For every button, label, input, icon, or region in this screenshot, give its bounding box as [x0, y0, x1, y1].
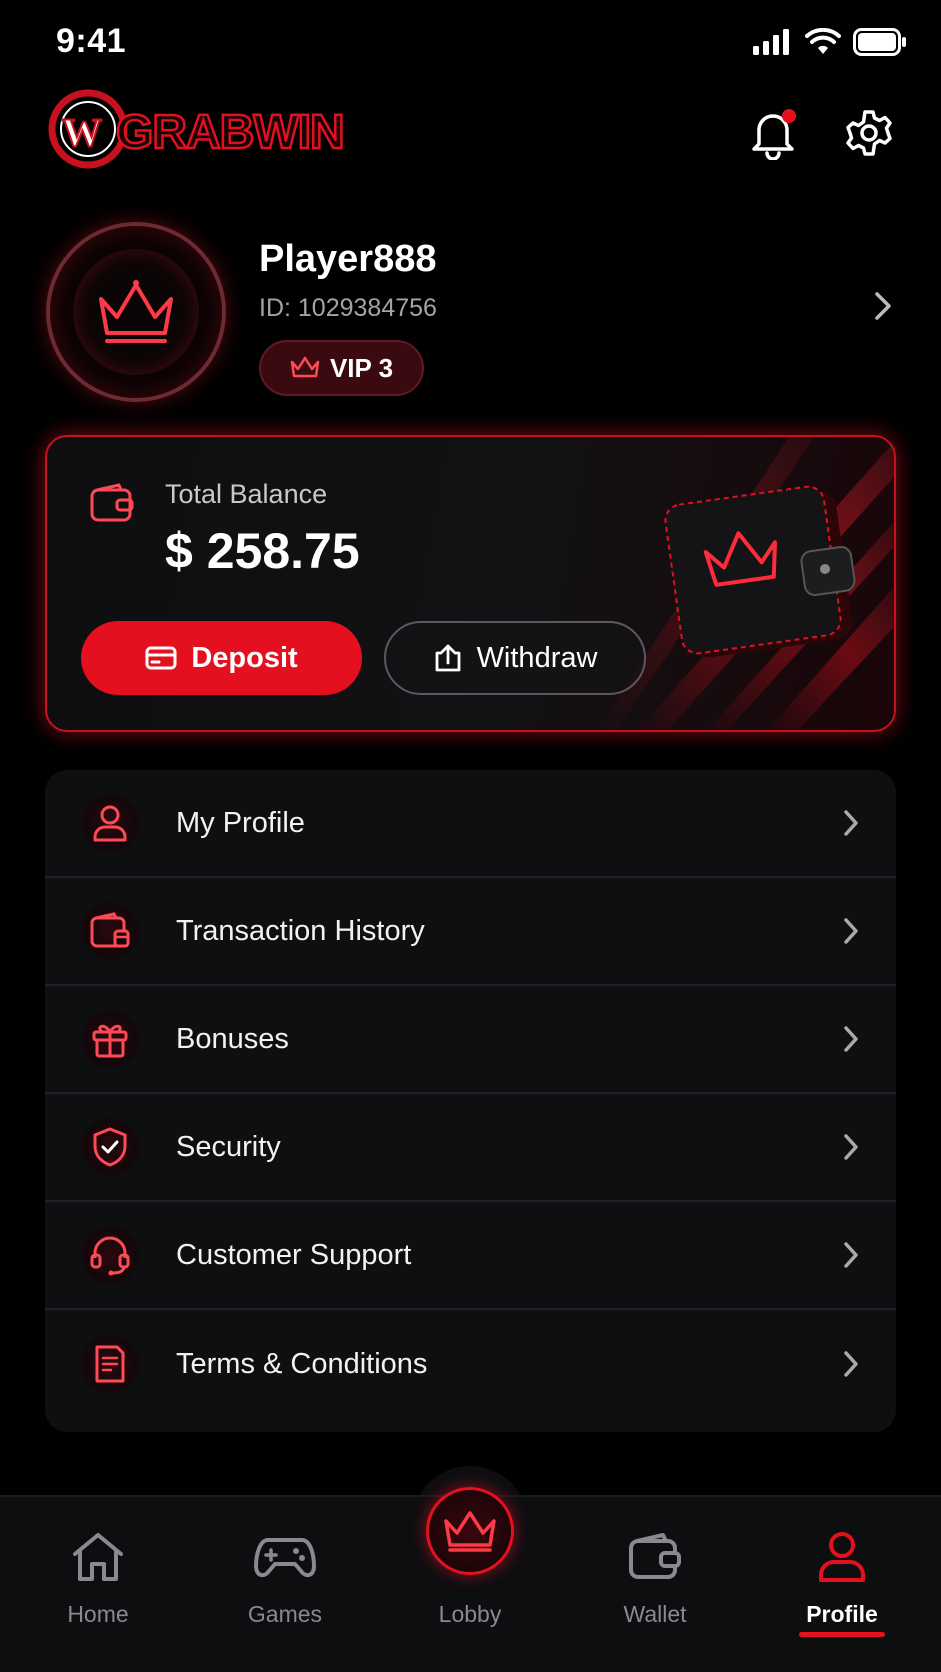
menu-item-customer-support[interactable]: Customer Support [45, 1202, 896, 1310]
nav-profile[interactable]: Profile [767, 1497, 917, 1672]
withdraw-button[interactable]: Withdraw [384, 621, 646, 695]
chevron-right-icon [844, 1351, 858, 1377]
menu-item-label: Transaction History [176, 914, 425, 947]
nav-label: Games [247, 1601, 323, 1627]
menu-item-label: Customer Support [176, 1238, 412, 1271]
crown-icon [444, 1511, 496, 1552]
wallet-icon [89, 482, 135, 529]
user-icon [817, 1527, 867, 1587]
headset-icon [81, 1226, 139, 1284]
username: Player888 [259, 238, 437, 280]
wallet-illustration [664, 485, 856, 658]
chevron-right-icon [844, 1026, 858, 1052]
menu-item-terms-conditions[interactable]: Terms & Conditions [45, 1310, 896, 1418]
menu-item-security[interactable]: Security [45, 1094, 896, 1202]
notifications-button[interactable] [744, 104, 802, 162]
home-icon [69, 1527, 127, 1587]
signal-icon [753, 29, 789, 55]
settings-button[interactable] [840, 104, 898, 162]
nav-games[interactable]: Games [210, 1497, 360, 1672]
shield-check-icon [81, 1118, 139, 1176]
active-tab-indicator [799, 1632, 885, 1637]
status-time: 9:41 [56, 22, 127, 60]
card-icon [145, 646, 177, 670]
chevron-right-icon [875, 292, 891, 320]
chevron-right-icon [844, 1242, 858, 1268]
wallet-icon [627, 1527, 683, 1587]
menu-item-bonuses[interactable]: Bonuses [45, 986, 896, 1094]
avatar-inner [73, 249, 199, 375]
menu-item-label: Terms & Conditions [176, 1347, 428, 1380]
nav-label: Home [67, 1601, 129, 1627]
vip-badge[interactable]: VIP 3 [259, 340, 424, 396]
grabwin-logo[interactable]: W GRABWIN [44, 86, 384, 176]
crown-icon [290, 356, 320, 378]
nav-home[interactable]: Home [23, 1497, 173, 1672]
profile-chevron-button[interactable] [873, 290, 893, 327]
nav-label: Lobby [438, 1601, 502, 1627]
gear-icon [846, 110, 892, 156]
chevron-right-icon [844, 918, 858, 944]
user-id: ID: 1029384756 [259, 294, 437, 322]
wallet-history-icon [81, 902, 139, 960]
notification-dot [782, 109, 796, 123]
menu-item-transaction-history[interactable]: Transaction History [45, 878, 896, 986]
nav-label: Wallet [623, 1601, 687, 1627]
nav-label: Profile [806, 1601, 878, 1627]
logo-wordmark: GRABWIN [116, 106, 344, 159]
svg-text:W: W [62, 110, 102, 155]
menu-item-my-profile[interactable]: My Profile [45, 770, 896, 878]
crown-icon [99, 280, 173, 343]
user-icon [81, 794, 139, 852]
avatar[interactable] [46, 222, 226, 402]
balance-label: Total Balance [165, 479, 328, 509]
balance-card: Total Balance $ 258.75 Deposit Withdraw [45, 435, 896, 732]
menu-item-label: My Profile [176, 806, 305, 839]
bell-icon [752, 109, 796, 160]
deposit-label: Deposit [191, 641, 298, 674]
lobby-button[interactable] [426, 1487, 514, 1575]
document-icon [81, 1335, 139, 1393]
status-bar: 9:41 [0, 0, 941, 90]
chevron-right-icon [844, 1134, 858, 1160]
vip-label: VIP 3 [329, 352, 394, 383]
menu-item-label: Bonuses [176, 1022, 289, 1055]
withdraw-label: Withdraw [476, 641, 598, 674]
battery-icon [853, 28, 906, 56]
gamepad-icon [254, 1527, 316, 1587]
deposit-button[interactable]: Deposit [81, 621, 362, 695]
nav-wallet[interactable]: Wallet [580, 1497, 730, 1672]
withdraw-icon [435, 644, 460, 672]
profile-menu: My Profile Transaction History Bonuses S… [45, 770, 896, 1432]
chevron-right-icon [844, 810, 858, 836]
status-icons [753, 28, 907, 56]
gift-icon [81, 1010, 139, 1068]
wifi-icon [805, 28, 841, 54]
balance-value: $ 258.75 [165, 523, 360, 579]
menu-item-label: Security [176, 1130, 281, 1163]
